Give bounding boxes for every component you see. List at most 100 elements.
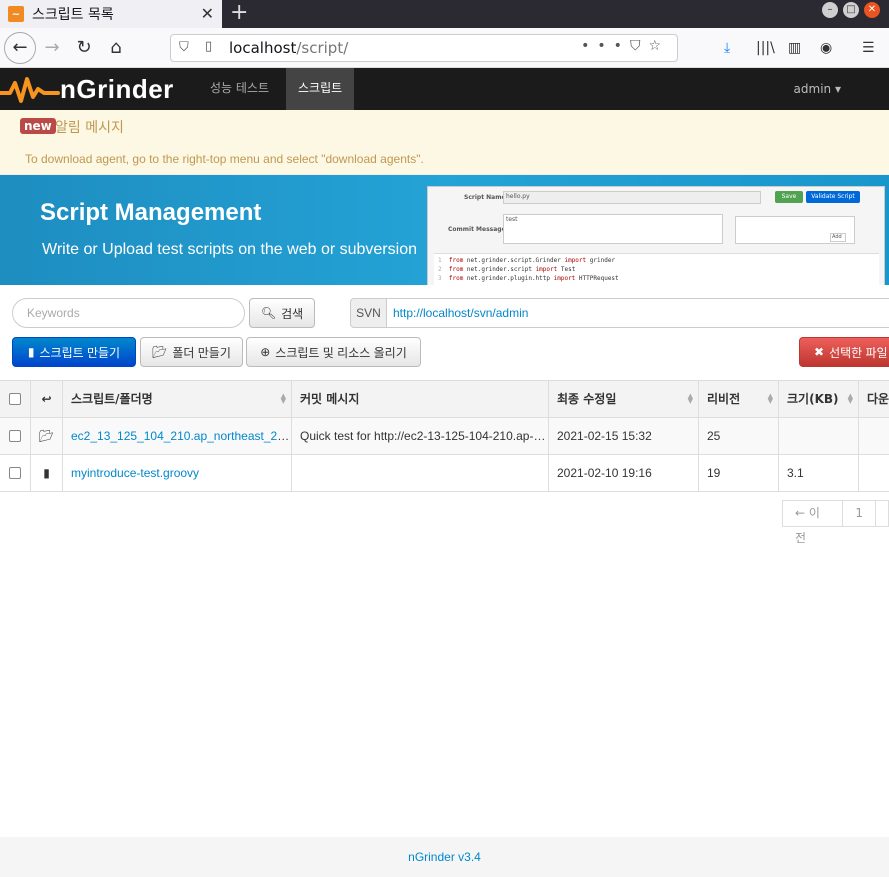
folder-open-icon: 📂︎ (30, 418, 62, 454)
sort-icon: ▲ ▼ (687, 392, 693, 405)
size-cell (778, 418, 859, 454)
url-actions[interactable]: •••⛉☆ (581, 38, 669, 54)
script-name-cell[interactable]: myintroduce-test.groovy (62, 455, 292, 491)
svn-url-link[interactable]: http://localhost/svn/admin (387, 298, 889, 328)
browser-tabbar: ~ 스크립트 목록 ✕ + – □ ✕ (0, 0, 889, 28)
browser-tab[interactable]: ~ 스크립트 목록 ✕ (0, 0, 222, 28)
menu-perf-test[interactable]: 성능 테스트 (198, 68, 281, 110)
upload-label: 스크립트 및 리소스 올리기 (275, 345, 407, 360)
select-all-checkbox[interactable] (9, 393, 21, 405)
create-folder-button[interactable]: 📂︎ 폴더 만들기 (140, 337, 243, 367)
col-message-header: 커밋 메시지 (291, 381, 549, 418)
maximize-icon[interactable]: □ (843, 2, 859, 18)
banner-title: Script Management (40, 199, 262, 226)
url-bar[interactable]: ⛉ ▯ localhost/script/ •••⛉☆ (170, 34, 678, 62)
ngrinder-favicon-icon: ~ (8, 6, 24, 22)
svn-label: SVN (350, 298, 387, 328)
page-number[interactable]: 1 (843, 500, 876, 527)
search-button-label: 검색 (281, 306, 304, 321)
download-cell (858, 455, 889, 491)
prev-page-button[interactable]: ← 이전 (782, 500, 844, 545)
commit-message-cell (291, 455, 549, 491)
logo-text: nGrinder (60, 74, 174, 104)
forward-arrow-icon[interactable]: → (38, 34, 66, 62)
preview-code-line: 3 from net.grinder.plugin.http import HT… (438, 275, 619, 282)
user-name: admin (793, 82, 832, 96)
commit-message-cell: Quick test for http://ec2-13-125-104-210… (291, 418, 549, 454)
revision-cell: 19 (698, 455, 779, 491)
col-size-header[interactable]: 크기(KB) ▲ ▼ (778, 381, 859, 418)
file-icon: ▮ (27, 345, 35, 359)
banner-subtitle: Write or Upload test scripts on the web … (42, 241, 417, 258)
banner: Script Management Write or Upload test s… (0, 175, 889, 285)
reload-icon[interactable]: ↻ (70, 34, 98, 62)
url-host: localhost (229, 39, 297, 57)
home-icon[interactable]: ⌂ (102, 34, 130, 62)
page-info-icon[interactable]: ▯ (205, 39, 212, 54)
col-download-header: 다운 (858, 381, 889, 418)
size-cell: 3.1 (778, 455, 859, 491)
revision-cell: 25 (698, 418, 779, 454)
minimize-icon[interactable]: – (822, 2, 838, 18)
script-name-link[interactable]: ec2_13_125_104_210.ap_northeast_2.comput… (71, 429, 292, 443)
col-revision-header[interactable]: 리비전 ▲ ▼ (698, 381, 779, 418)
more-icon[interactable]: ••• (581, 38, 630, 54)
col-icon-header[interactable]: ↩ (30, 381, 62, 418)
remove-icon: ✖ (814, 345, 825, 359)
upload-script-button[interactable]: ⊕ 스크립트 및 리소스 올리기 (246, 337, 421, 367)
row-checkbox[interactable] (9, 430, 21, 442)
folder-open-icon: 📂︎ (152, 345, 168, 359)
table-row: 📂︎ ec2_13_125_104_210.ap_northeast_2.com… (0, 418, 889, 455)
new-badge: new (20, 118, 56, 134)
pocket-icon[interactable]: ⛉ (630, 38, 649, 54)
user-menu[interactable]: admin ▾ (794, 68, 841, 110)
create-script-label: 스크립트 만들기 (39, 345, 121, 360)
account-icon[interactable]: ◉ (820, 40, 832, 56)
col-modified-header[interactable]: 최종 수정일 ▲ ▼ (548, 381, 699, 418)
hamburger-menu-icon[interactable]: ☰ (862, 40, 875, 56)
script-name-link[interactable]: myintroduce-test.groovy (71, 466, 199, 480)
delete-selected-button[interactable]: ✖ 선택한 파일 (799, 337, 889, 367)
window-close-icon[interactable]: ✕ (864, 2, 880, 18)
notice-panel: new 알림 메시지 To download agent, go to the … (0, 110, 889, 175)
preview-commit-value: test (503, 214, 723, 244)
preview-commit-label: Commit Message (448, 226, 506, 233)
col-name-header[interactable]: 스크립트/폴더명 ▲ ▼ (62, 381, 292, 418)
preview-save-button: Save (775, 191, 803, 203)
search-button[interactable]: 🔍︎ 검색 (249, 298, 315, 328)
version-link[interactable]: nGrinder v3.4 (408, 850, 481, 864)
preview-add-button: Add (830, 233, 846, 242)
create-folder-label: 폴더 만들기 (172, 345, 231, 360)
preview-code-editor: 1 from net.grinder.script.Grinder import… (434, 253, 879, 285)
banner-preview-image: Script Name hello.py Save Validate Scrip… (427, 186, 885, 285)
pagination: ← 이전 1 (782, 500, 889, 545)
search-input[interactable] (12, 298, 245, 328)
bookmark-star-icon[interactable]: ☆ (648, 38, 669, 54)
menu-script[interactable]: 스크립트 (286, 68, 355, 110)
preview-validate-button: Validate Script (806, 191, 860, 203)
next-page-button[interactable] (876, 500, 889, 527)
table-header: ↩ 스크립트/폴더명 ▲ ▼ 커밋 메시지 최종 수정일 ▲ ▼ 리비전 ▲ ▼ 크기(KB… (0, 380, 889, 418)
sidebar-icon[interactable]: ▥ (788, 40, 801, 56)
row-checkbox[interactable] (9, 467, 21, 479)
app-header: nGrinder 성능 테스트 스크립트 admin ▾ (0, 68, 889, 110)
download-icon[interactable]: ⤓ (724, 40, 730, 56)
preview-script-name-label: Script Name (464, 194, 506, 201)
library-icon[interactable]: |||\ (756, 40, 775, 56)
notice-title: 알림 메시지 (55, 120, 124, 136)
svn-address: SVN http://localhost/svn/admin (350, 298, 889, 328)
back-arrow-icon[interactable]: ← (4, 32, 36, 64)
notice-text: To download agent, go to the right-top m… (25, 152, 424, 166)
search-icon: 🔍︎ (260, 306, 277, 320)
shield-icon[interactable]: ⛉ (179, 40, 189, 55)
plus-icon[interactable]: + (230, 0, 248, 26)
reply-arrow-icon[interactable]: ↩ (41, 392, 51, 406)
close-icon[interactable]: ✕ (201, 4, 214, 23)
create-script-button[interactable]: ▮ 스크립트 만들기 (12, 337, 136, 367)
browser-navbar: ← → ↻ ⌂ ⛉ ▯ localhost/script/ •••⛉☆ ⤓ ||… (0, 28, 889, 68)
ngrinder-logo[interactable]: nGrinder (0, 74, 174, 105)
script-name-cell[interactable]: ec2_13_125_104_210.ap_northeast_2.comput… (62, 418, 292, 454)
footer: nGrinder v3.4 (0, 837, 889, 877)
upload-circle-icon: ⊕ (260, 345, 271, 359)
table-row: ▮ myintroduce-test.groovy 2021-02-10 19:… (0, 455, 889, 492)
